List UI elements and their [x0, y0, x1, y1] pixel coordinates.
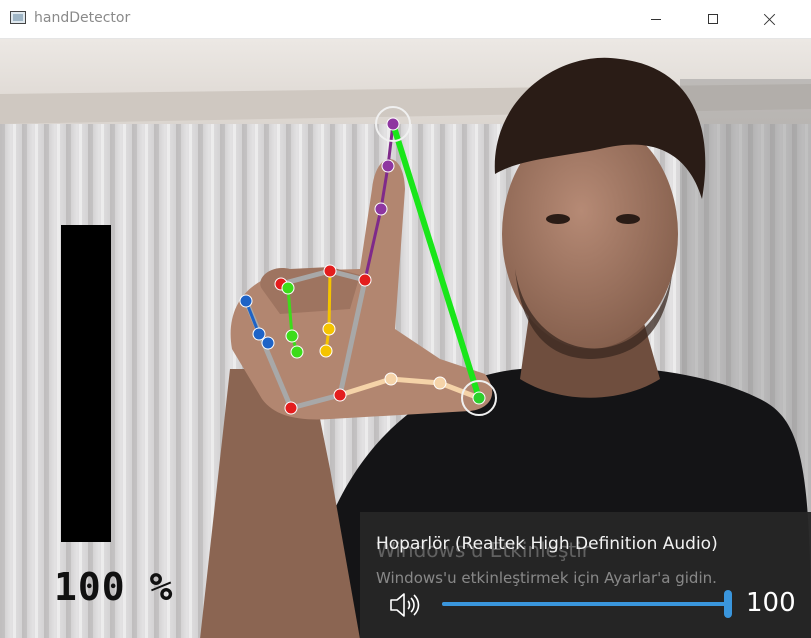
activation-watermark-subtitle: Windows'u etkinleştirmek için Ayarlar'a … [376, 569, 717, 587]
landmark-index-mcp [358, 273, 372, 287]
landmark-index-pip [374, 202, 388, 216]
volume-slider[interactable] [442, 590, 732, 618]
left-eye [546, 214, 570, 224]
title-bar[interactable]: handDetector [0, 0, 811, 39]
landmark-ring-pip [281, 281, 295, 295]
close-button[interactable] [741, 0, 799, 38]
landmark-pinky-mcp [239, 294, 253, 308]
close-icon [764, 13, 776, 25]
app-window-icon [10, 11, 26, 24]
landmark-middle-mcp [323, 264, 337, 278]
volume-percent-label: 100 % [54, 565, 174, 609]
speaker-volume-icon[interactable] [388, 590, 422, 620]
landmark-index-tip [386, 117, 400, 131]
landmark-thumb-base [333, 388, 347, 402]
landmark-ring-dip [285, 329, 299, 343]
landmark-thumb-ip [433, 376, 447, 390]
window-title: handDetector [34, 10, 131, 26]
maximize-button[interactable] [684, 0, 742, 38]
maximize-icon [708, 14, 718, 24]
landmark-wrist [284, 401, 298, 415]
landmark-thumb-mcp [384, 372, 398, 386]
right-eye [616, 214, 640, 224]
audio-device-name[interactable]: Hoparlör (Realtek High Definition Audio) [376, 534, 718, 554]
volume-slider-fill [442, 602, 728, 606]
volume-value: 100 [746, 588, 796, 618]
volume-slider-thumb[interactable] [724, 590, 732, 618]
landmark-thumb-tip [472, 391, 486, 405]
landmark-middle-pip [322, 322, 336, 336]
minimize-icon [651, 18, 661, 20]
landmark-middle-tip [319, 344, 333, 358]
landmark-pinky-pip [252, 327, 266, 341]
minimize-button[interactable] [627, 0, 685, 38]
volume-flyout[interactable]: Windows'u Etkinleştir Hoparlör (Realtek … [360, 512, 811, 638]
landmark-pinky-tip [261, 336, 275, 350]
landmark-index-dip [381, 159, 395, 173]
volume-bar [61, 225, 111, 542]
volume-bar-fill [61, 225, 111, 542]
landmark-ring-tip [290, 345, 304, 359]
